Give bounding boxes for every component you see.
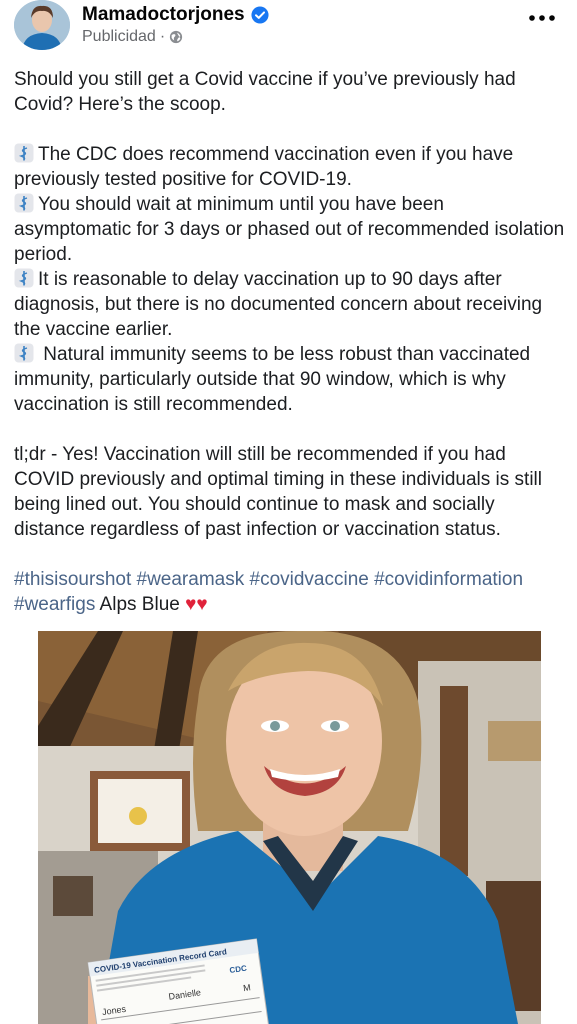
author-name[interactable]: Mamadoctorjones xyxy=(82,4,245,26)
post-intro: Should you still get a Covid vaccine if … xyxy=(14,69,516,115)
bullet-item: You should wait at minimum until you hav… xyxy=(14,192,566,267)
bullet-item: Natural immunity seems to be less robust… xyxy=(14,342,566,417)
bullet-text: You should wait at minimum until you hav… xyxy=(14,194,565,265)
bullet-text: Natural immunity seems to be less robust… xyxy=(14,344,531,415)
staff-of-aesculapius-icon xyxy=(14,143,34,163)
verified-badge-icon xyxy=(251,6,269,24)
staff-of-aesculapius-icon xyxy=(14,268,34,288)
staff-of-aesculapius-icon xyxy=(14,193,34,213)
post-header: Mamadoctorjones Publicidad · xyxy=(0,0,577,56)
tag-suffix: Alps Blue xyxy=(95,594,186,615)
heart-emoji: ♥♥ xyxy=(185,594,208,615)
sponsored-label: Publicidad xyxy=(82,28,156,45)
globe-icon[interactable] xyxy=(169,30,183,44)
bullet-item: The CDC does recommend vaccination even … xyxy=(14,142,566,192)
author-avatar[interactable] xyxy=(14,0,70,50)
card-middle-initial: M xyxy=(242,982,251,993)
post-tags: #thisisourshot #wearamask #covidvaccine … xyxy=(14,567,566,617)
bullet-item: It is reasonable to delay vaccination up… xyxy=(14,267,566,342)
post-photo[interactable]: COVID-19 Vaccination Record Card CDC Jon… xyxy=(38,631,541,1024)
more-options-icon[interactable] xyxy=(527,10,557,26)
staff-of-aesculapius-icon xyxy=(14,343,34,363)
bullet-text: The CDC does recommend vaccination even … xyxy=(14,144,514,190)
hashtag-links[interactable]: #thisisourshot #wearamask #covidvaccine … xyxy=(14,569,523,615)
bullet-text: It is reasonable to delay vaccination up… xyxy=(14,269,543,340)
post-body: Should you still get a Covid vaccine if … xyxy=(14,67,566,617)
post-tldr: tl;dr - Yes! Vaccination will still be r… xyxy=(14,444,543,540)
meta-separator: · xyxy=(159,28,166,45)
